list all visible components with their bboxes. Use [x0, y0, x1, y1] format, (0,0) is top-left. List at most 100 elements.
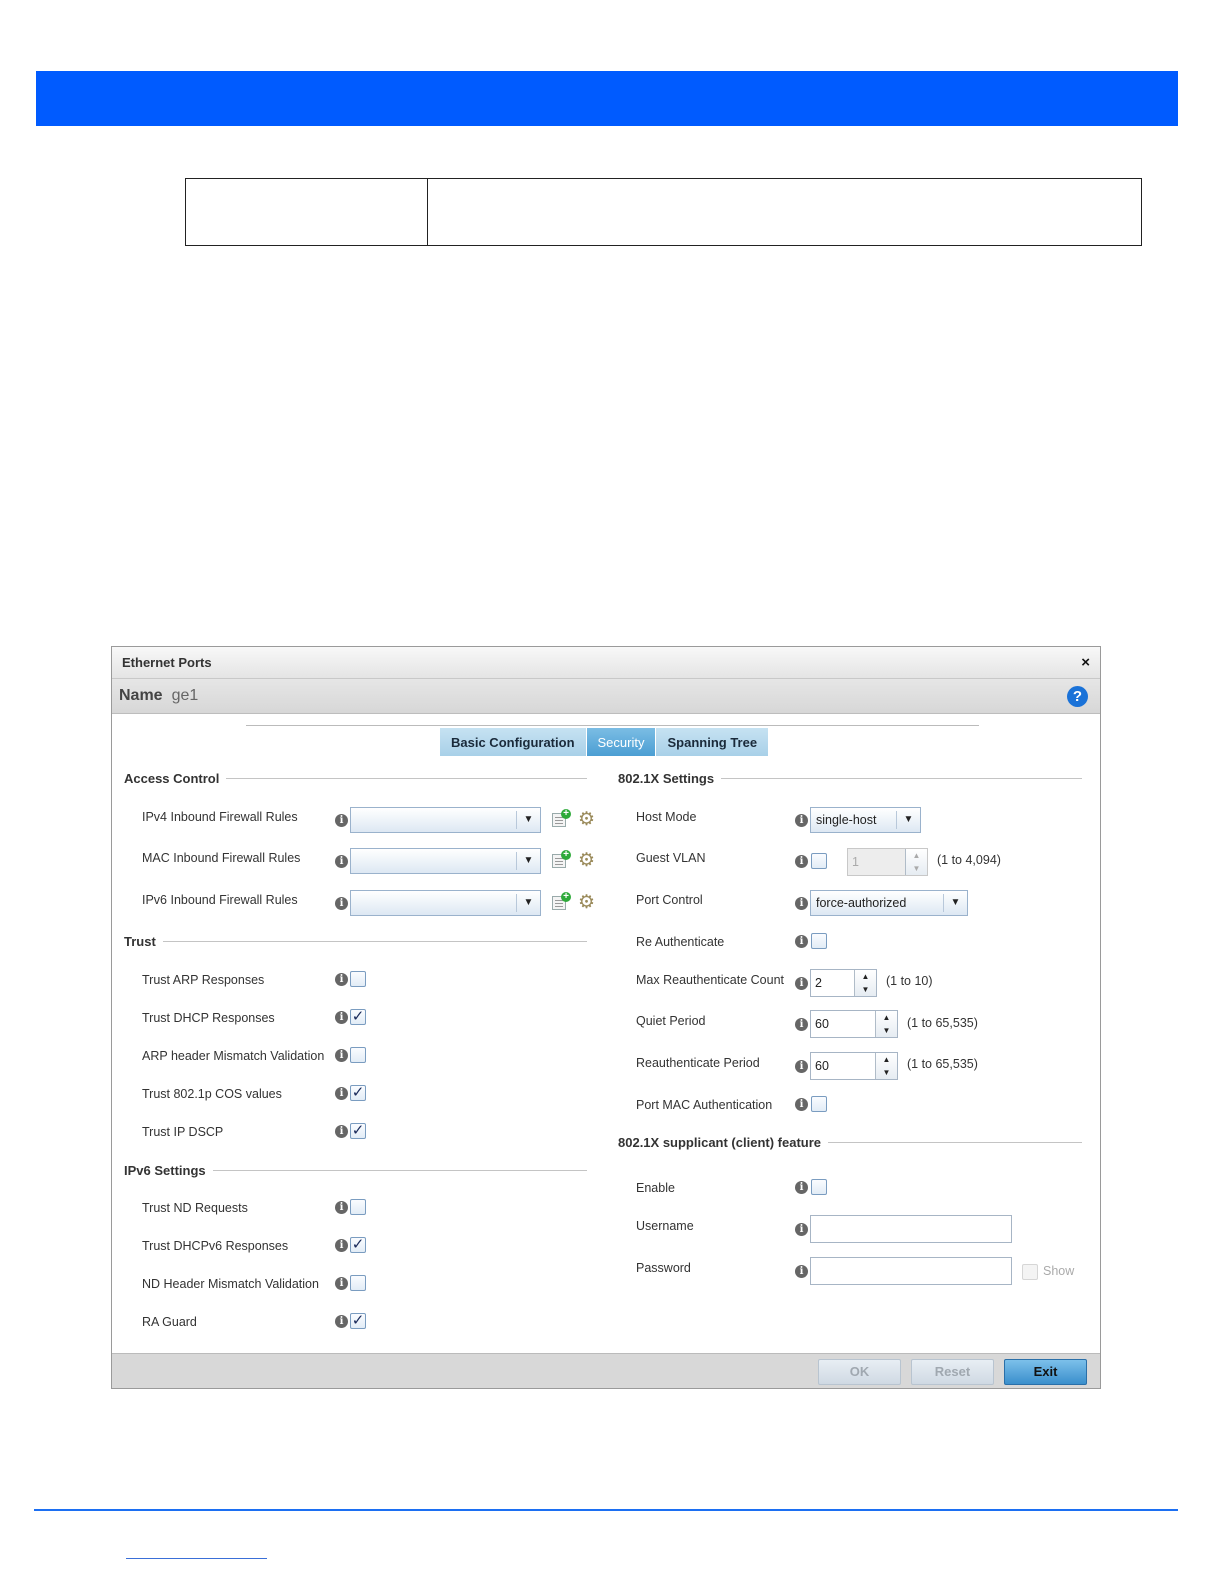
guest-vlan-spinner[interactable]: 1 ▲ ▼ [847, 848, 928, 876]
password-input[interactable] [810, 1257, 1012, 1285]
spin-up-icon[interactable]: ▲ [906, 849, 927, 862]
show-password-checkbox[interactable] [1022, 1264, 1038, 1280]
trust-arp-checkbox[interactable] [350, 971, 366, 987]
port-control-dropdown[interactable]: force-authorized ▼ [810, 890, 968, 916]
checkmark-icon: ✓ [351, 1084, 365, 1101]
info-icon[interactable]: i [335, 1049, 348, 1062]
info-icon[interactable]: i [335, 1277, 348, 1290]
gear-icon[interactable]: ⚙ [578, 851, 595, 870]
footer-rule [34, 1509, 1178, 1511]
help-icon[interactable]: ? [1067, 686, 1088, 707]
ipv6-firewall-dropdown[interactable]: ▼ [350, 890, 541, 916]
max-reauth-label: Max Reauthenticate Count [636, 973, 785, 987]
gear-icon[interactable]: ⚙ [578, 893, 595, 912]
tab-basic-configuration[interactable]: Basic Configuration [440, 728, 587, 756]
show-password-label: Show [1043, 1264, 1075, 1278]
info-icon[interactable]: i [795, 1018, 808, 1031]
guest-vlan-label: Guest VLAN [636, 851, 706, 865]
spin-up-icon[interactable]: ▲ [876, 1053, 897, 1066]
trust-dhcp-checkbox[interactable]: ✓ [350, 1009, 366, 1025]
dropdown-value: single-host [816, 813, 877, 827]
re-authenticate-checkbox[interactable] [811, 933, 827, 949]
info-icon[interactable]: i [795, 1265, 808, 1278]
info-icon[interactable]: i [795, 1098, 808, 1111]
dropdown-value: force-authorized [816, 896, 907, 910]
tab-security[interactable]: Security [586, 728, 657, 756]
host-mode-dropdown[interactable]: single-host ▼ [810, 807, 921, 833]
spin-down-icon[interactable]: ▼ [855, 983, 876, 996]
spin-up-icon[interactable]: ▲ [855, 970, 876, 983]
spin-down-icon[interactable]: ▼ [906, 862, 927, 875]
trust-arp-label: Trust ARP Responses [142, 973, 265, 987]
info-icon[interactable]: i [335, 855, 348, 868]
ra-guard-label: RA Guard [142, 1315, 197, 1329]
header-table [185, 178, 1142, 246]
info-icon[interactable]: i [335, 1125, 348, 1138]
spin-up-icon[interactable]: ▲ [876, 1011, 897, 1024]
username-input[interactable] [810, 1215, 1012, 1243]
create-new-icon[interactable]: + [551, 809, 571, 828]
close-icon[interactable]: × [1081, 654, 1090, 671]
tab-spanning-tree[interactable]: Spanning Tree [656, 728, 770, 756]
info-icon[interactable]: i [335, 1087, 348, 1100]
trust-nd-checkbox[interactable] [350, 1199, 366, 1215]
arp-header-mismatch-checkbox[interactable] [350, 1047, 366, 1063]
dialog-footer: OK Reset Exit [112, 1353, 1100, 1388]
info-icon[interactable]: i [795, 855, 808, 868]
max-reauth-spinner[interactable]: 2 ▲ ▼ [810, 969, 877, 997]
tabs-divider [246, 725, 979, 726]
trust-cos-label: Trust 802.1p COS values [142, 1087, 282, 1101]
trust-nd-label: Trust ND Requests [142, 1201, 248, 1215]
ra-guard-checkbox[interactable]: ✓ [350, 1313, 366, 1329]
reauth-period-spinner[interactable]: 60 ▲ ▼ [810, 1052, 898, 1080]
port-mac-auth-checkbox[interactable] [811, 1096, 827, 1112]
ipv6-firewall-label: IPv6 Inbound Firewall Rules [142, 893, 298, 907]
info-icon[interactable]: i [795, 1223, 808, 1236]
info-icon[interactable]: i [795, 1181, 808, 1194]
nd-header-mismatch-label: ND Header Mismatch Validation [142, 1277, 319, 1291]
ipv4-firewall-dropdown[interactable]: ▼ [350, 807, 541, 833]
quiet-period-spinner[interactable]: 60 ▲ ▼ [810, 1010, 898, 1038]
spin-down-icon[interactable]: ▼ [876, 1024, 897, 1037]
create-new-icon[interactable]: + [551, 892, 571, 911]
guest-vlan-checkbox[interactable] [811, 853, 827, 869]
info-icon[interactable]: i [335, 1315, 348, 1328]
info-icon[interactable]: i [335, 897, 348, 910]
exit-button[interactable]: Exit [1004, 1359, 1087, 1385]
name-label: Name [119, 687, 163, 704]
trust-dhcpv6-checkbox[interactable]: ✓ [350, 1237, 366, 1253]
chevron-down-icon: ▼ [516, 894, 540, 912]
gear-icon[interactable]: ⚙ [578, 810, 595, 829]
header-banner [36, 71, 1178, 126]
info-icon[interactable]: i [335, 973, 348, 986]
info-icon[interactable]: i [795, 814, 808, 827]
dialog-titlebar: Ethernet Ports × [112, 647, 1100, 679]
info-icon[interactable]: i [335, 1201, 348, 1214]
arp-header-mismatch-label: ARP header Mismatch Validation [142, 1049, 325, 1063]
info-icon[interactable]: i [795, 935, 808, 948]
info-icon[interactable]: i [335, 1239, 348, 1252]
mac-firewall-dropdown[interactable]: ▼ [350, 848, 541, 874]
ethernet-ports-dialog: Ethernet Ports × Name ge1 ? Basic Config… [111, 646, 1101, 1389]
name-value: ge1 [171, 687, 199, 704]
reset-button[interactable]: Reset [911, 1359, 994, 1385]
create-new-icon[interactable]: + [551, 850, 571, 869]
info-icon[interactable]: i [335, 814, 348, 827]
chevron-down-icon: ▼ [516, 811, 540, 829]
re-authenticate-label: Re Authenticate [636, 935, 725, 949]
dialog-title: Ethernet Ports [122, 655, 212, 670]
ok-button[interactable]: OK [818, 1359, 901, 1385]
trust-cos-checkbox[interactable]: ✓ [350, 1085, 366, 1101]
section-title: Access Control [124, 771, 220, 786]
section-ipv6-settings: IPv6 Settings [124, 1163, 587, 1178]
enable-checkbox[interactable] [811, 1179, 827, 1195]
header-table-cell-1 [186, 179, 428, 245]
spinner-value: 2 [815, 976, 822, 990]
nd-header-mismatch-checkbox[interactable] [350, 1275, 366, 1291]
info-icon[interactable]: i [795, 897, 808, 910]
spin-down-icon[interactable]: ▼ [876, 1066, 897, 1079]
info-icon[interactable]: i [795, 1060, 808, 1073]
info-icon[interactable]: i [795, 977, 808, 990]
trust-dscp-checkbox[interactable]: ✓ [350, 1123, 366, 1139]
info-icon[interactable]: i [335, 1011, 348, 1024]
